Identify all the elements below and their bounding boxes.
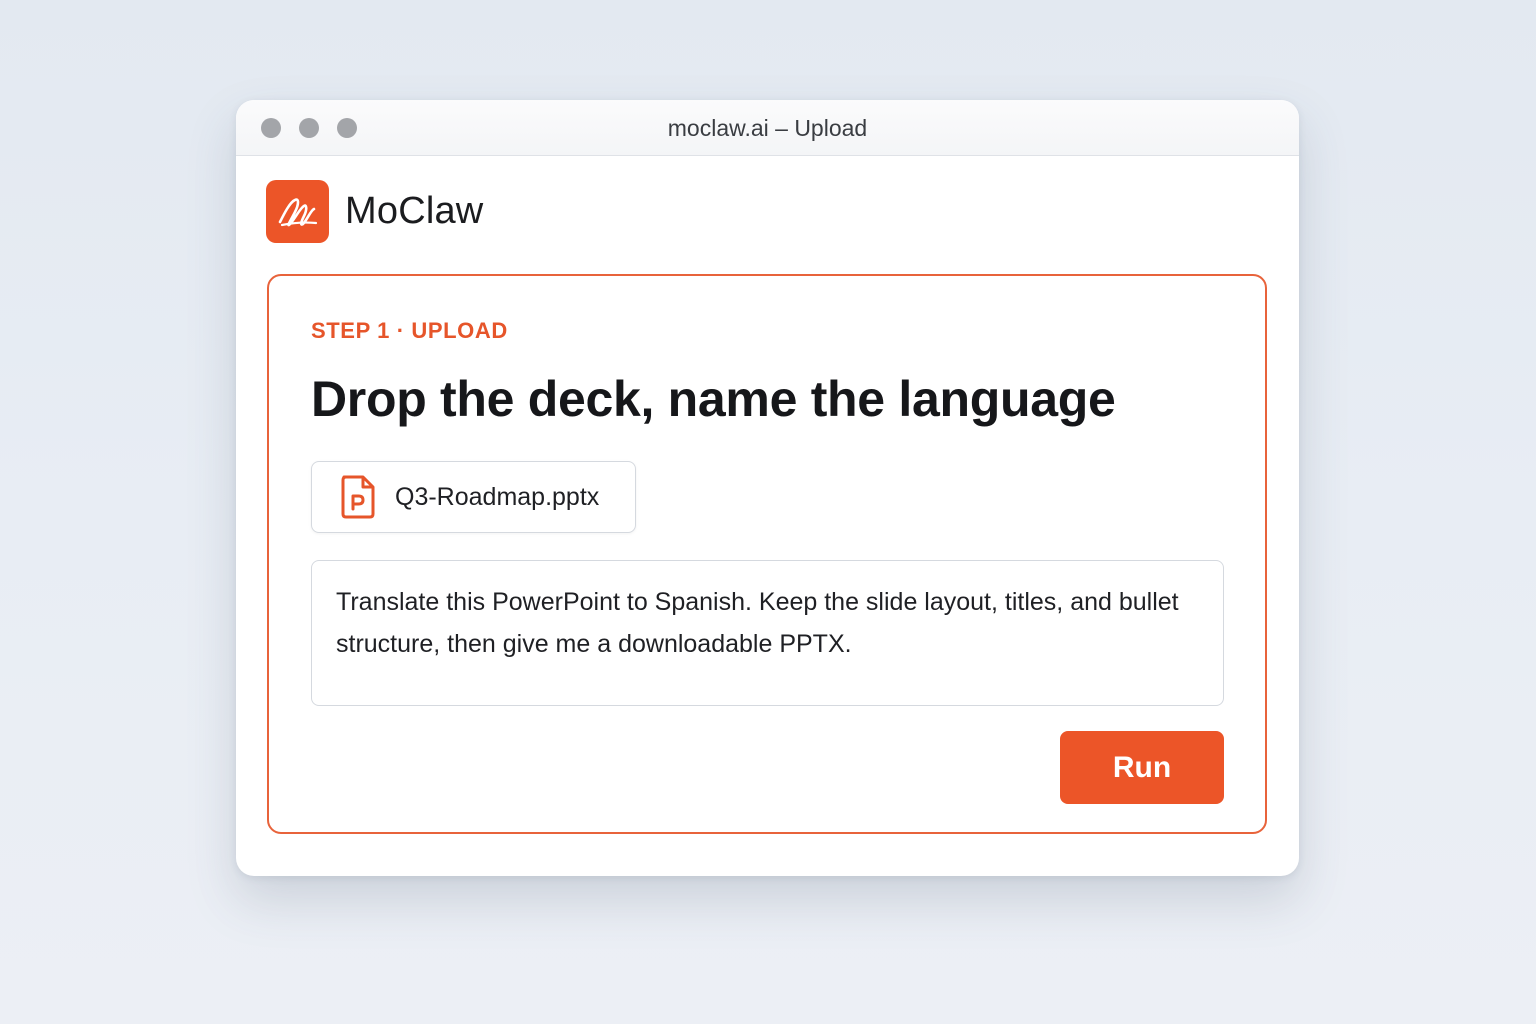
run-button[interactable]: Run: [1060, 731, 1224, 804]
prompt-input[interactable]: Translate this PowerPoint to Spanish. Ke…: [311, 560, 1224, 706]
browser-window: moclaw.ai – Upload MoClaw STEP 1 · UPLOA…: [236, 100, 1299, 876]
powerpoint-file-icon: [339, 474, 377, 520]
brand[interactable]: MoClaw: [266, 180, 483, 243]
window-title: moclaw.ai – Upload: [667, 115, 868, 141]
window-titlebar: moclaw.ai – Upload: [236, 100, 1299, 156]
attached-file-chip[interactable]: Q3-Roadmap.pptx: [311, 461, 636, 533]
brand-name: MoClaw: [345, 190, 484, 232]
upload-step-card: STEP 1 · UPLOAD Drop the deck, name the …: [267, 274, 1267, 834]
file-name: Q3-Roadmap.pptx: [395, 482, 600, 511]
moclaw-logo-icon: [266, 180, 329, 243]
page-title: Drop the deck, name the language: [311, 371, 1116, 427]
step-label: STEP 1 · UPLOAD: [311, 318, 508, 343]
